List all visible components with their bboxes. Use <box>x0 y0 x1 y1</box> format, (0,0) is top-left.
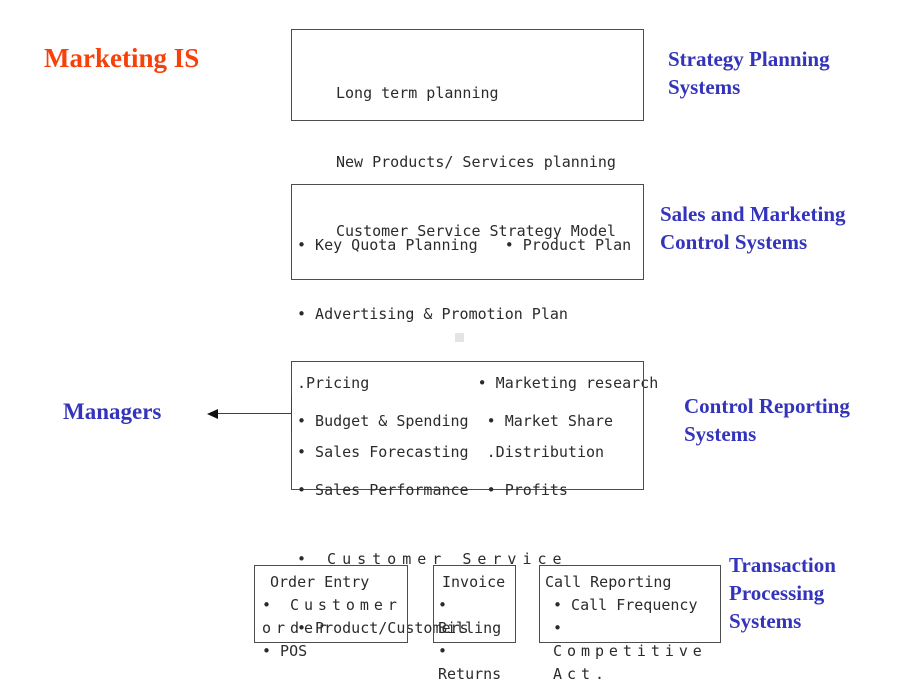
page-title: Marketing IS <box>44 43 200 73</box>
transaction-processing-systems-label-line-1: Transaction <box>729 553 836 577</box>
sales-marketing-control-systems-label-line-2: Control Systems <box>660 230 808 254</box>
sales-marketing-control-systems-label-line-1: Sales and Marketing <box>660 202 846 226</box>
order-entry-box-text: Order Entry • Customer order • POS <box>262 571 410 663</box>
transaction-processing-systems-label-line-2: Processing <box>729 581 825 605</box>
transaction-processing-systems-label-line-3: Systems <box>729 609 802 633</box>
sales-marketing-control-line-1: • Key Quota Planning • Product Plan <box>297 236 632 254</box>
strategy-planning-systems-label: Strategy Planning Systems <box>668 45 830 101</box>
managers-label-text: Managers <box>63 399 162 424</box>
call-reporting-heading: Call Reporting <box>545 573 672 591</box>
order-entry-line-2: • POS <box>262 642 308 660</box>
call-reporting-line-2: • Competitive Act. <box>553 619 707 683</box>
connector-stem <box>291 396 292 432</box>
managers-label: Managers <box>63 398 161 426</box>
order-entry-heading: Order Entry <box>270 573 370 591</box>
control-reporting-line-1: • Budget & Spending • Market Share <box>297 412 614 430</box>
transaction-processing-systems-label: Transaction Processing Systems <box>729 551 836 635</box>
control-reporting-systems-label: Control Reporting Systems <box>684 392 850 448</box>
control-reporting-systems-label-line-2: Systems <box>684 422 757 446</box>
strategy-planning-line-2: New Products/ Services planning <box>336 153 616 171</box>
order-entry-line-1: • Customer order <box>262 596 402 637</box>
invoice-line-2: • Returns <box>438 642 502 683</box>
stray-gray-marker <box>455 333 464 342</box>
control-reporting-line-5: • Distribution Perf. • Sales Analysis <box>297 686 645 690</box>
sales-marketing-control-systems-label: Sales and Marketing Control Systems <box>660 200 846 256</box>
control-reporting-systems-label-line-1: Control Reporting <box>684 394 850 418</box>
connector-arrowhead-icon <box>207 409 218 419</box>
strategy-planning-line-1: Long term planning <box>336 84 499 102</box>
invoice-box-text: Invoice • Billing • Returns <box>438 571 517 686</box>
control-reporting-line-2: • Sales Performance • Profits <box>297 481 568 499</box>
connector-line <box>218 413 292 414</box>
strategy-planning-systems-label-line-1: Strategy Planning <box>668 47 830 71</box>
invoice-heading: Invoice <box>442 573 506 591</box>
call-reporting-line-1: • Call Frequency <box>553 596 698 614</box>
slide-canvas: Marketing IS Long term planning New Prod… <box>0 0 920 690</box>
invoice-line-1: • Billing <box>438 596 502 637</box>
sales-marketing-control-line-2: • Advertising & Promotion Plan <box>297 305 568 323</box>
call-reporting-box-text: Call Reporting • Call Frequency • Compet… <box>545 571 723 686</box>
strategy-planning-systems-label-line-2: Systems <box>668 75 741 99</box>
